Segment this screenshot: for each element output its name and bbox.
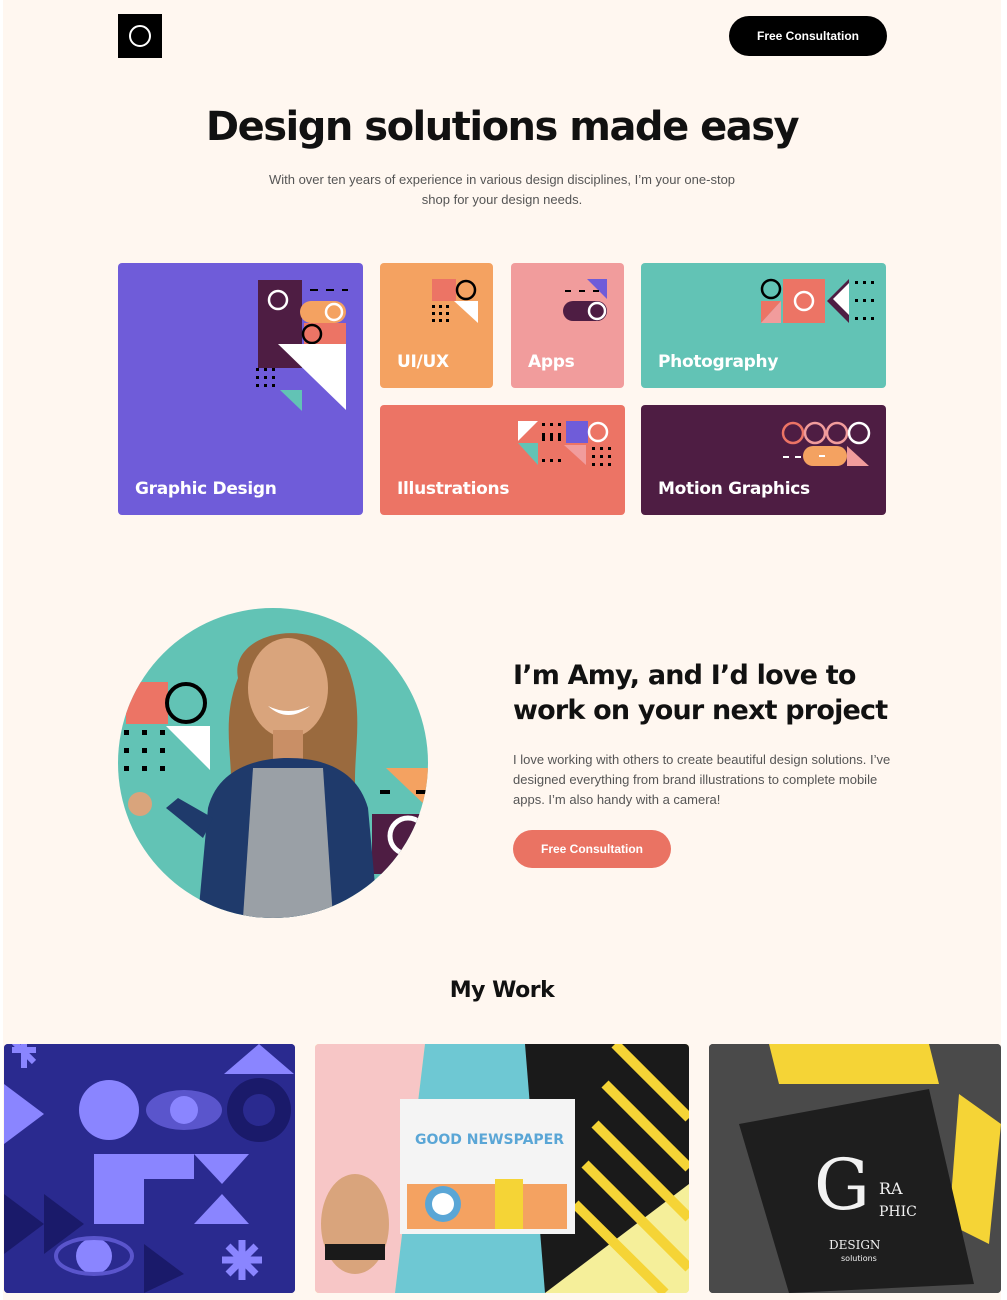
avatar	[118, 608, 428, 918]
about-consultation-button[interactable]: Free Consultation	[513, 830, 671, 868]
service-card-photography[interactable]: Photography	[641, 263, 886, 388]
service-label: Illustrations	[397, 479, 510, 499]
svg-text:DESIGN: DESIGN	[829, 1238, 880, 1252]
motion-graphics-art-icon	[781, 421, 871, 466]
apps-art-icon	[563, 279, 607, 321]
book-title-initial: G	[814, 1144, 870, 1226]
service-label: Apps	[528, 352, 575, 372]
work-item-newspaper[interactable]: GOOD NEWSPAPER	[315, 1044, 689, 1293]
service-card-apps[interactable]: Apps	[511, 263, 624, 388]
svg-text:RA: RA	[879, 1179, 903, 1198]
page: Free Consultation Design solutions made …	[3, 0, 1001, 1300]
graphic-design-art-icon	[256, 280, 348, 411]
design-book-image: G RA PHIC DESIGN solutions	[709, 1044, 1001, 1293]
service-card-motion-graphics[interactable]: Motion Graphics	[641, 405, 886, 515]
logo[interactable]	[118, 14, 162, 58]
service-label: UI/UX	[397, 352, 449, 372]
service-card-graphic-design[interactable]: Graphic Design	[118, 263, 363, 515]
newspaper-image: GOOD NEWSPAPER	[315, 1044, 689, 1293]
portrait-illustration	[118, 608, 428, 918]
about-text: I love working with others to create bea…	[513, 752, 891, 807]
ring-icon	[129, 25, 151, 47]
illustrations-art-icon	[518, 421, 611, 466]
about-title: I’m Amy, and I’d love to work on your ne…	[513, 660, 888, 726]
work-item-graphic-design-book[interactable]: G RA PHIC DESIGN solutions	[709, 1044, 1001, 1293]
service-card-illustrations[interactable]: Illustrations	[380, 405, 625, 515]
service-card-ui-ux[interactable]: UI/UX	[380, 263, 493, 388]
hero-title: Design solutions made easy	[205, 104, 800, 150]
svg-text:PHIC: PHIC	[879, 1204, 917, 1220]
geometric-pattern-image	[4, 1044, 295, 1293]
service-label: Graphic Design	[135, 479, 277, 499]
newspaper-masthead: GOOD NEWSPAPER	[415, 1132, 564, 1148]
service-label: Motion Graphics	[658, 479, 810, 499]
svg-text:solutions: solutions	[841, 1254, 877, 1263]
ui-ux-art-icon	[432, 279, 478, 323]
photography-art-icon	[760, 278, 874, 323]
service-label: Photography	[658, 352, 779, 372]
work-title: My Work	[449, 978, 555, 1003]
free-consultation-button[interactable]: Free Consultation	[729, 16, 887, 56]
work-item-geometric-pattern[interactable]	[4, 1044, 295, 1293]
hero-subtitle: With over ten years of experience in var…	[268, 172, 736, 207]
